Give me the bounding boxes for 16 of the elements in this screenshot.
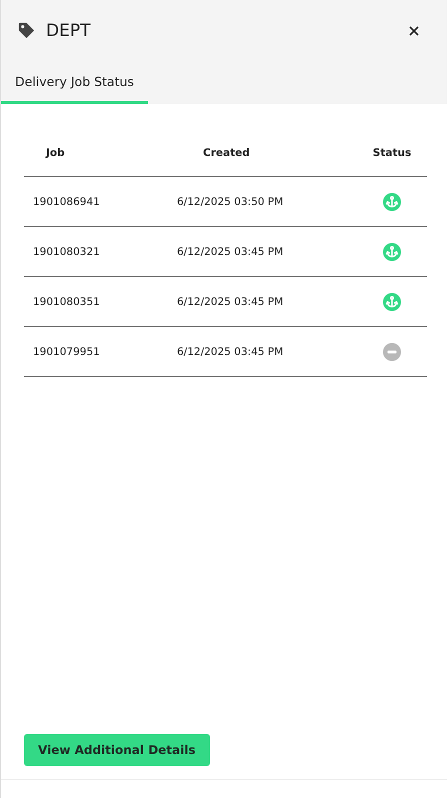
close-button[interactable] [407,24,421,38]
table-cell-text: 1901086941 [32,196,101,208]
panel-title: DEPT [46,20,90,40]
view-details-button[interactable]: View Additional Details [24,734,210,766]
column-header: Created [202,147,251,159]
table-cell-text: 6/12/2025 03:45 PM [176,246,284,258]
column-header: Job [44,147,66,159]
column-header: Status [372,147,412,159]
table-cell-text: 1901080321 [32,246,101,258]
table-cell-text: 1901080351 [32,296,101,308]
table-cell-text: 6/12/2025 03:45 PM [176,296,284,308]
table-cell-text: 6/12/2025 03:45 PM [176,346,284,358]
tag-icon [17,21,36,40]
table-cell-text: 6/12/2025 03:50 PM [176,196,284,208]
table-cell-text: 1901079951 [32,346,101,358]
tab[interactable]: Delivery Job Status [1,61,148,104]
